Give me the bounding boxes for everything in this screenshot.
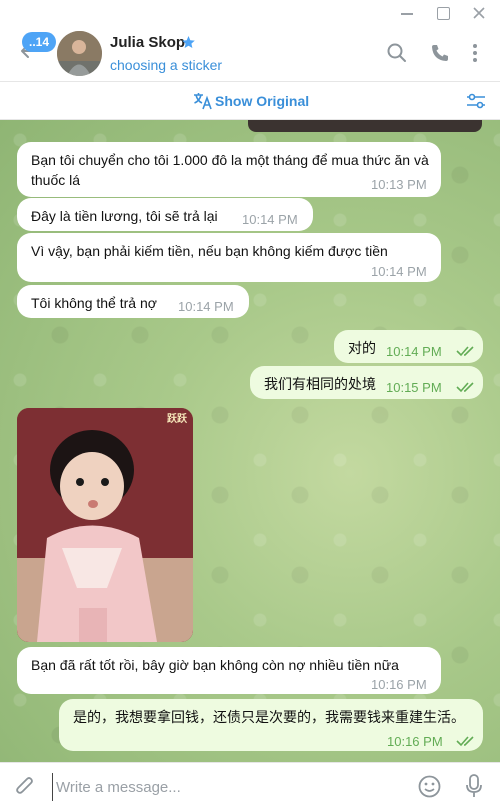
unread-count-badge: ..14 (22, 32, 56, 52)
message-time: 10:16 PM (371, 677, 427, 692)
minimize-button[interactable] (398, 4, 416, 22)
sticker-caption: 跃跃 (167, 414, 187, 425)
maximize-button[interactable] (434, 4, 452, 22)
microphone-icon[interactable] (464, 773, 484, 799)
contact-name[interactable]: Julia Skop (110, 34, 185, 51)
search-icon[interactable] (386, 42, 408, 64)
read-double-check-icon (456, 346, 474, 357)
message-bubble-incoming[interactable]: Tôi không thể trả nợ 10:14 PM (17, 285, 249, 318)
read-double-check-icon (456, 382, 474, 393)
previous-media-message[interactable] (248, 120, 482, 132)
translation-settings-icon[interactable] (466, 92, 486, 110)
message-time: 10:13 PM (371, 177, 427, 192)
emoji-icon[interactable] (418, 775, 441, 798)
message-time: 10:14 PM (386, 344, 442, 359)
translate-icon (194, 93, 212, 110)
show-original-button[interactable]: Show Original (215, 93, 309, 109)
message-composer (0, 762, 500, 809)
read-double-check-icon (456, 736, 474, 747)
chat-header: ..14 Julia Skop choosing a sticker (0, 26, 500, 82)
message-text: Bạn đã rất tốt rồi, bây giờ bạn không cò… (31, 657, 399, 673)
message-text: Tôi không thể trả nợ (31, 295, 157, 311)
message-time: 10:14 PM (371, 264, 427, 279)
message-text: 我们有相同的处境 (264, 376, 376, 392)
message-bubble-incoming[interactable]: Đây là tiền lương, tôi sẽ trả lại 10:14 … (17, 198, 313, 231)
message-bubble-outgoing[interactable]: 对的 10:14 PM (334, 330, 483, 363)
message-time: 10:14 PM (178, 299, 234, 314)
translate-bar: Show Original (0, 82, 500, 120)
sticker-message[interactable]: 跃跃 (17, 408, 193, 642)
sticker-image (17, 408, 193, 642)
close-window-icon[interactable] (470, 4, 488, 22)
message-text: Đây là tiền lương, tôi sẽ trả lại (31, 208, 218, 224)
message-bubble-incoming[interactable]: Bạn tôi chuyển cho tôi 1.000 đô la một t… (17, 142, 441, 197)
avatar-photo (57, 31, 102, 76)
message-bubble-incoming[interactable]: Vì vậy, bạn phải kiếm tiền, nếu bạn khôn… (17, 233, 441, 282)
message-bubble-outgoing[interactable]: 是的，我想要拿回钱，还债只是次要的，我需要钱来重建生活。 10:16 PM (59, 699, 483, 751)
more-menu-icon[interactable] (464, 42, 486, 64)
message-input[interactable] (52, 773, 392, 801)
window-titlebar (0, 0, 500, 26)
message-text: Vì vậy, bạn phải kiếm tiền, nếu bạn khôn… (31, 243, 388, 259)
message-time: 10:15 PM (386, 380, 442, 395)
message-time: 10:14 PM (242, 212, 298, 227)
message-text: 是的，我想要拿回钱，还债只是次要的，我需要钱来重建生活。 (73, 709, 465, 725)
message-bubble-outgoing[interactable]: 我们有相同的处境 10:15 PM (250, 366, 483, 399)
message-text: 对的 (348, 340, 376, 356)
message-list[interactable]: Bạn tôi chuyển cho tôi 1.000 đô la một t… (0, 120, 500, 762)
attach-paperclip-icon[interactable] (14, 775, 36, 799)
avatar[interactable] (57, 31, 102, 76)
message-bubble-incoming[interactable]: Bạn đã rất tốt rồi, bây giờ bạn không cò… (17, 647, 441, 694)
message-time: 10:16 PM (387, 734, 443, 749)
phone-call-icon[interactable] (429, 42, 451, 64)
verified-star-icon (182, 36, 195, 48)
typing-status: choosing a sticker (110, 57, 223, 73)
